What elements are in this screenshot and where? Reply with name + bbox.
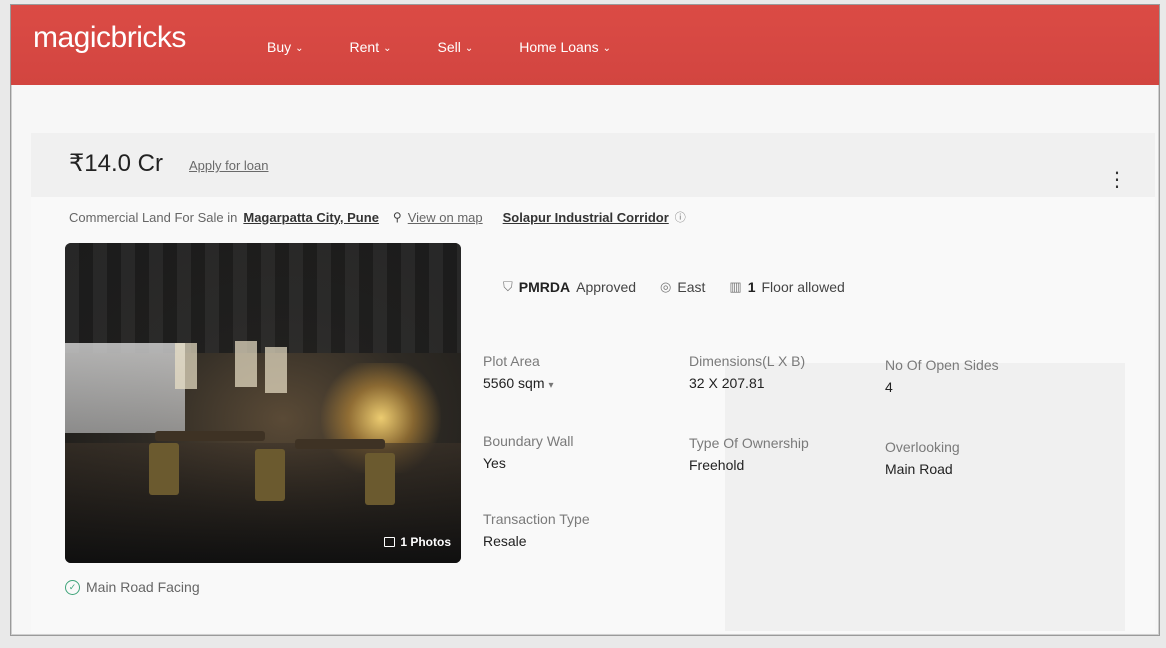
location-pin-icon: ⚲ [392, 210, 402, 224]
logo[interactable]: magicbricks [33, 21, 186, 55]
highlights-row: ⛉ PMRDA Approved ◎ East ▥ 1 Floor allowe… [503, 279, 845, 295]
spec-key: Overlooking [885, 439, 960, 455]
photo-chair [149, 443, 179, 495]
image-icon [384, 537, 396, 547]
nav-rent-label: Rent [349, 39, 380, 55]
listing-card: ₹14.0 Cr Apply for loan ⋮ Commercial Lan… [31, 133, 1155, 633]
photo-count-badge[interactable]: 1 Photos [384, 535, 451, 549]
caret-down-icon: ▾ [548, 380, 554, 391]
chevron-down-icon: ⌄ [464, 42, 474, 54]
photo-chair [255, 449, 285, 501]
chevron-down-icon: ⌄ [602, 42, 612, 54]
nav-buy-label: Buy [267, 39, 292, 55]
nav-sell-label: Sell [437, 39, 461, 55]
compass-icon: ◎ [660, 279, 672, 294]
spec-value: Freehold [689, 457, 745, 473]
spec-key: Boundary Wall [483, 433, 574, 449]
spec-plot-area: Plot Area 5560 sqm ▾ [483, 353, 554, 391]
photo-ceiling [65, 243, 461, 353]
spec-dimensions: Dimensions(L X B) 32 X 207.81 [689, 353, 805, 391]
info-icon[interactable]: ⓘ [675, 209, 686, 225]
photo-lamp [175, 343, 197, 389]
spec-boundary-wall: Boundary Wall Yes [483, 433, 574, 471]
property-photo[interactable]: 1 Photos [65, 243, 461, 563]
approval-authority: PMRDA [518, 279, 571, 295]
nav-rent[interactable]: Rent ⌄ [350, 39, 392, 55]
spec-value: Resale [483, 533, 527, 549]
feature-tag: ✓ Main Road Facing [65, 579, 200, 595]
photo-chair [365, 453, 395, 505]
page-frame: magicbricks Buy ⌄ Rent ⌄ Sell ⌄ Home Loa… [10, 4, 1160, 636]
spec-overlooking: Overlooking Main Road [885, 439, 960, 477]
facing-direction: East [677, 279, 706, 295]
spec-key: No Of Open Sides [885, 357, 999, 373]
spec-key: Transaction Type [483, 511, 590, 527]
location-link[interactable]: Magarpatta City, Pune [243, 210, 379, 225]
spec-open-sides: No Of Open Sides 4 [885, 357, 999, 395]
check-circle-icon: ✓ [65, 579, 80, 595]
nav-buy[interactable]: Buy ⌄ [267, 39, 304, 55]
feature-label: Main Road Facing [86, 579, 200, 595]
plot-area-select[interactable]: 5560 sqm ▾ [483, 375, 554, 391]
spec-value: Yes [483, 455, 506, 471]
floors-count: 1 [747, 279, 756, 295]
view-on-map-link[interactable]: View on map [408, 210, 483, 225]
spec-value: Main Road [885, 461, 953, 477]
photo-table [155, 431, 265, 441]
main-nav: Buy ⌄ Rent ⌄ Sell ⌄ Home Loans ⌄ [267, 39, 657, 55]
top-navbar: magicbricks Buy ⌄ Rent ⌄ Sell ⌄ Home Loa… [11, 5, 1159, 85]
more-vertical-icon[interactable]: ⋮ [1107, 169, 1127, 189]
nav-home-loans[interactable]: Home Loans ⌄ [519, 39, 611, 55]
spec-value: 4 [885, 379, 893, 395]
photo-lamp [265, 347, 287, 393]
chevron-down-icon: ⌄ [295, 42, 304, 54]
photo-window [65, 343, 185, 433]
corridor-link[interactable]: Solapur Industrial Corridor [503, 210, 669, 225]
spec-transaction-type: Transaction Type Resale [483, 511, 590, 549]
background-panel [725, 363, 1125, 631]
spec-key: Type Of Ownership [689, 435, 809, 451]
listing-subtitle: Commercial Land For Sale in Magarpatta C… [69, 209, 686, 225]
price: ₹14.0 Cr [69, 150, 163, 177]
apply-loan-link[interactable]: Apply for loan [189, 158, 269, 173]
spec-value: 5560 sqm [483, 375, 545, 391]
nav-home-loans-label: Home Loans [519, 39, 599, 55]
nav-sell[interactable]: Sell ⌄ [437, 39, 473, 55]
spec-key: Plot Area [483, 353, 540, 369]
chevron-down-icon: ⌄ [383, 42, 392, 54]
shield-check-icon: ⛉ [503, 279, 513, 294]
approval-label: Approved [576, 279, 637, 295]
spec-ownership: Type Of Ownership Freehold [689, 435, 809, 473]
subtitle-prefix: Commercial Land For Sale in [69, 209, 238, 225]
building-icon: ▥ [729, 279, 742, 294]
photo-count: 1 Photos [400, 535, 451, 549]
photo-lamp [235, 341, 257, 387]
photo-table [295, 439, 385, 449]
spec-key: Dimensions(L X B) [689, 353, 806, 369]
floors-label: Floor allowed [761, 279, 845, 295]
spec-value: 32 X 207.81 [689, 375, 765, 391]
